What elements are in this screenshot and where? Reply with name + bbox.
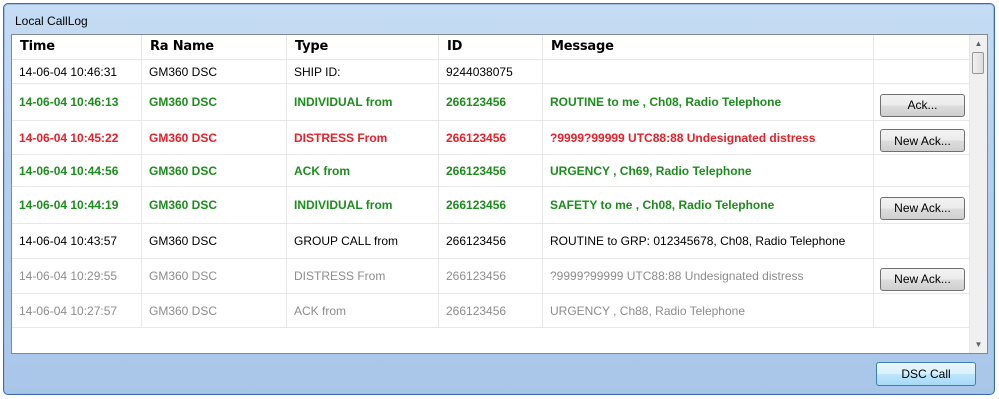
cell-time: 14-06-04 10:45:22 bbox=[12, 121, 142, 154]
table-row[interactable]: 14-06-04 10:44:56 GM360 DSC ACK from 266123… bbox=[12, 155, 972, 187]
ack-button[interactable]: Ack... bbox=[880, 93, 965, 117]
cell-action bbox=[874, 224, 971, 258]
cell-message: ROUTINE to GRP: 012345678, Ch08, Radio T… bbox=[543, 224, 874, 258]
cell-ra-name: GM360 DSC bbox=[142, 155, 287, 186]
cell-message: ?9999?99999 UTC88:88 Undesignated distre… bbox=[543, 121, 874, 154]
cell-id: 266123456 bbox=[439, 84, 543, 120]
cell-type: SHIP ID: bbox=[287, 60, 439, 83]
window-title: Local CallLog bbox=[15, 14, 88, 28]
cell-type: INDIVIDUAL from bbox=[287, 187, 439, 223]
table-row[interactable]: 14-06-04 10:29:55 GM360 DSC DISTRESS From 2… bbox=[12, 259, 972, 294]
cell-ra-name: GM360 DSC bbox=[142, 84, 287, 120]
cell-message: ?9999?99999 UTC88:88 Undesignated distre… bbox=[543, 259, 874, 293]
cell-id: 266123456 bbox=[439, 155, 543, 186]
cell-ra-name: GM360 DSC bbox=[142, 294, 287, 327]
cell-action bbox=[874, 294, 971, 327]
new-ack-button[interactable]: New Ack... bbox=[880, 267, 965, 291]
cell-ra-name: GM360 DSC bbox=[142, 121, 287, 154]
cell-message: SAFETY to me , Ch08, Radio Telephone bbox=[543, 187, 874, 223]
call-log-rows: 14-06-04 10:46:31 GM360 DSC SHIP ID: 924403… bbox=[12, 60, 972, 328]
new-ack-button[interactable]: New Ack... bbox=[880, 196, 965, 220]
scrollbar-thumb[interactable] bbox=[972, 52, 984, 74]
cell-ra-name: GM360 DSC bbox=[142, 224, 287, 258]
table-row[interactable]: 14-06-04 10:27:57 GM360 DSC ACK from 266123… bbox=[12, 294, 972, 328]
cell-action: New Ack... bbox=[874, 187, 971, 223]
table-row[interactable]: 14-06-04 10:44:19 GM360 DSC INDIVIDUAL fro… bbox=[12, 187, 972, 224]
cell-id: 266123456 bbox=[439, 121, 543, 154]
cell-message: URGENCY , Ch69, Radio Telephone bbox=[543, 155, 874, 186]
cell-action bbox=[874, 155, 971, 186]
call-log-window: Local CallLog Time Ra Name Type ID Messa… bbox=[3, 3, 995, 395]
column-header-time[interactable]: Time bbox=[12, 35, 142, 59]
dsc-call-button[interactable]: DSC Call bbox=[876, 362, 976, 386]
cell-type: GROUP CALL from bbox=[287, 224, 439, 258]
cell-id: 9244038075 bbox=[439, 60, 543, 83]
cell-action: New Ack... bbox=[874, 121, 971, 154]
cell-message: ROUTINE to me , Ch08, Radio Telephone bbox=[543, 84, 874, 120]
cell-type: ACK from bbox=[287, 294, 439, 327]
cell-time: 14-06-04 10:29:55 bbox=[12, 259, 142, 293]
cell-type: ACK from bbox=[287, 155, 439, 186]
cell-action: Ack... bbox=[874, 84, 971, 120]
call-log-list[interactable]: Time Ra Name Type ID Message 14-06-04 10… bbox=[11, 34, 988, 354]
column-header-message[interactable]: Message bbox=[543, 35, 874, 59]
table-row[interactable]: 14-06-04 10:43:57 GM360 DSC GROUP CALL fro… bbox=[12, 224, 972, 259]
cell-ra-name: GM360 DSC bbox=[142, 60, 287, 83]
table-row[interactable]: 14-06-04 10:46:31 GM360 DSC SHIP ID: 924403… bbox=[12, 60, 972, 84]
cell-time: 14-06-04 10:44:19 bbox=[12, 187, 142, 223]
cell-time: 14-06-04 10:27:57 bbox=[12, 294, 142, 327]
column-header-action[interactable] bbox=[874, 35, 971, 59]
vertical-scrollbar[interactable]: ▲ ▼ bbox=[969, 35, 987, 353]
cell-type: DISTRESS From bbox=[287, 259, 439, 293]
scroll-up-arrow-icon[interactable]: ▲ bbox=[970, 35, 987, 52]
cell-time: 14-06-04 10:46:13 bbox=[12, 84, 142, 120]
list-header: Time Ra Name Type ID Message bbox=[12, 35, 987, 60]
cell-id: 266123456 bbox=[439, 259, 543, 293]
table-row[interactable]: 14-06-04 10:45:22 GM360 DSC DISTRESS From 2… bbox=[12, 121, 972, 155]
cell-id: 266123456 bbox=[439, 187, 543, 223]
cell-ra-name: GM360 DSC bbox=[142, 187, 287, 223]
cell-action: New Ack... bbox=[874, 259, 971, 293]
cell-type: DISTRESS From bbox=[287, 121, 439, 154]
column-header-ra-name[interactable]: Ra Name bbox=[142, 35, 287, 59]
table-row[interactable]: 14-06-04 10:46:13 GM360 DSC INDIVIDUAL fro… bbox=[12, 84, 972, 121]
cell-time: 14-06-04 10:46:31 bbox=[12, 60, 142, 83]
column-header-type[interactable]: Type bbox=[287, 35, 439, 59]
cell-message: URGENCY , Ch88, Radio Telephone bbox=[543, 294, 874, 327]
cell-time: 14-06-04 10:43:57 bbox=[12, 224, 142, 258]
scroll-down-arrow-icon[interactable]: ▼ bbox=[970, 336, 987, 353]
new-ack-button[interactable]: New Ack... bbox=[880, 129, 965, 152]
cell-id: 266123456 bbox=[439, 294, 543, 327]
cell-id: 266123456 bbox=[439, 224, 543, 258]
column-header-id[interactable]: ID bbox=[439, 35, 543, 59]
cell-type: INDIVIDUAL from bbox=[287, 84, 439, 120]
cell-action bbox=[874, 60, 971, 83]
cell-time: 14-06-04 10:44:56 bbox=[12, 155, 142, 186]
cell-message bbox=[543, 60, 874, 83]
cell-ra-name: GM360 DSC bbox=[142, 259, 287, 293]
